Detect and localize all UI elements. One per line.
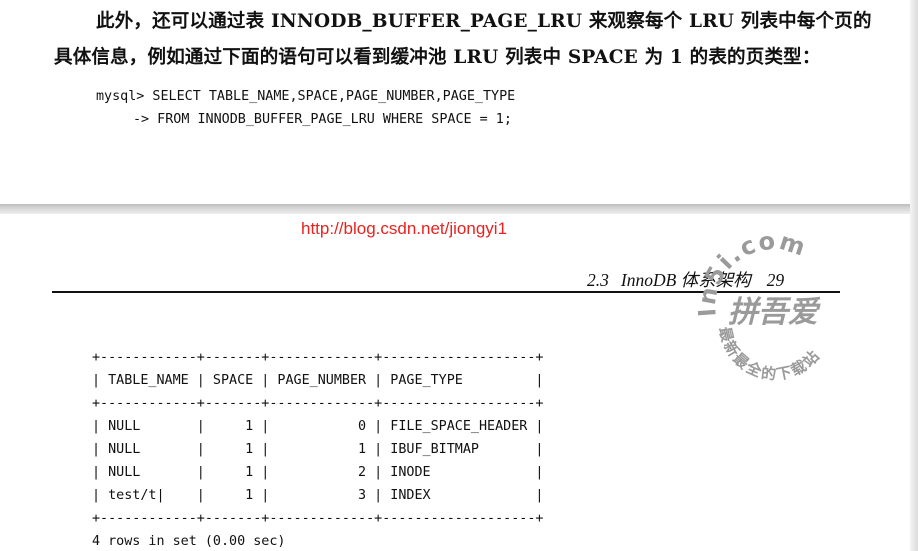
table-row: | test/t| | 1 | 3 | INDEX | [92,488,544,503]
paragraph-line-1: 此外，还可以通过表 INNODB_BUFFER_PAGE_LRU 来观察每个 L… [96,11,872,32]
section-number: 2.3 [587,270,609,290]
scan-edge-shadow [910,0,918,551]
table-row: | NULL | 1 | 0 | FILE_SPACE_HEADER | [92,419,544,434]
watermark-ring-text: 最新最全的下载站 [715,325,824,384]
upper-page: 此外，还可以通过表 INNODB_BUFFER_PAGE_LRU 来观察每个 L… [0,0,918,204]
page-separator [0,204,918,214]
sql-code-line-1: mysql> SELECT TABLE_NAME,SPACE,PAGE_NUMB… [96,89,516,104]
table-row: | NULL | 1 | 2 | INODE | [92,465,544,480]
blog-url-watermark: http://blog.csdn.net/jiongyi1 [301,219,508,238]
table-row: | NULL | 1 | 1 | IBUF_BITMAP | [92,442,544,457]
paragraph-line-2: 具体信息，例如通过下面的语句可以看到缓冲池 LRU 列表中 SPACE 为 1 … [54,47,821,68]
table-border-mid: +------------+-------+-------------+----… [92,396,544,411]
table-header-row: | TABLE_NAME | SPACE | PAGE_NUMBER | PAG… [92,373,544,388]
sql-code-line-2: -> FROM INNODB_BUFFER_PAGE_LRU WHERE SPA… [133,112,512,127]
table-border-bottom: +------------+-------+-------------+----… [92,511,544,526]
query-result-table: +------------+-------+-------------+----… [92,346,543,551]
result-summary: 4 rows in set (0.00 sec) [92,534,286,549]
table-border-top: +------------+-------+-------------+----… [92,350,544,365]
watermark-seal-icon: ln5i.com 拼吾爱 最新最全的下载站 [698,236,824,384]
watermark-center-text: 拼吾爱 [728,295,821,330]
